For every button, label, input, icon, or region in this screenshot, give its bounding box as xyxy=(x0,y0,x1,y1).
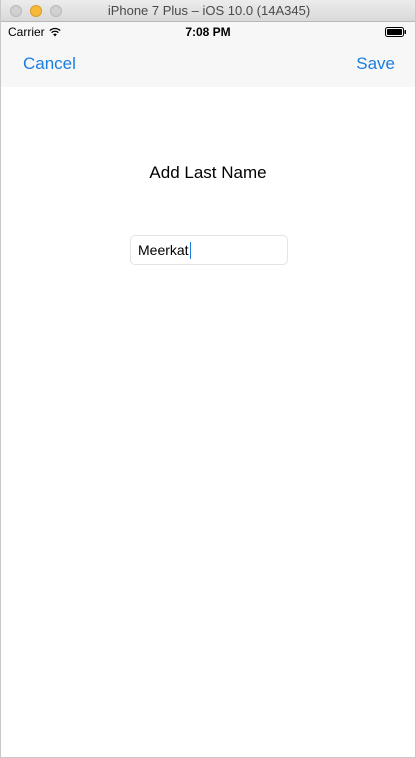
window-title-bar: iPhone 7 Plus – iOS 10.0 (14A345) xyxy=(1,0,415,22)
status-bar: Carrier 7:08 PM xyxy=(1,22,415,42)
window-title: iPhone 7 Plus – iOS 10.0 (14A345) xyxy=(107,3,311,18)
battery-icon xyxy=(385,27,406,37)
status-time: 7:08 PM xyxy=(185,25,231,39)
simulator-window: iPhone 7 Plus – iOS 10.0 (14A345) Carrie… xyxy=(0,0,416,758)
last-name-value: Meerkat xyxy=(138,242,189,258)
cancel-button[interactable]: Cancel xyxy=(23,54,76,74)
page-heading: Add Last Name xyxy=(149,163,267,182)
last-name-field[interactable]: Meerkat xyxy=(130,235,288,265)
navigation-bar: Cancel Save xyxy=(1,42,415,87)
text-cursor xyxy=(189,241,191,259)
save-button[interactable]: Save xyxy=(356,54,395,74)
